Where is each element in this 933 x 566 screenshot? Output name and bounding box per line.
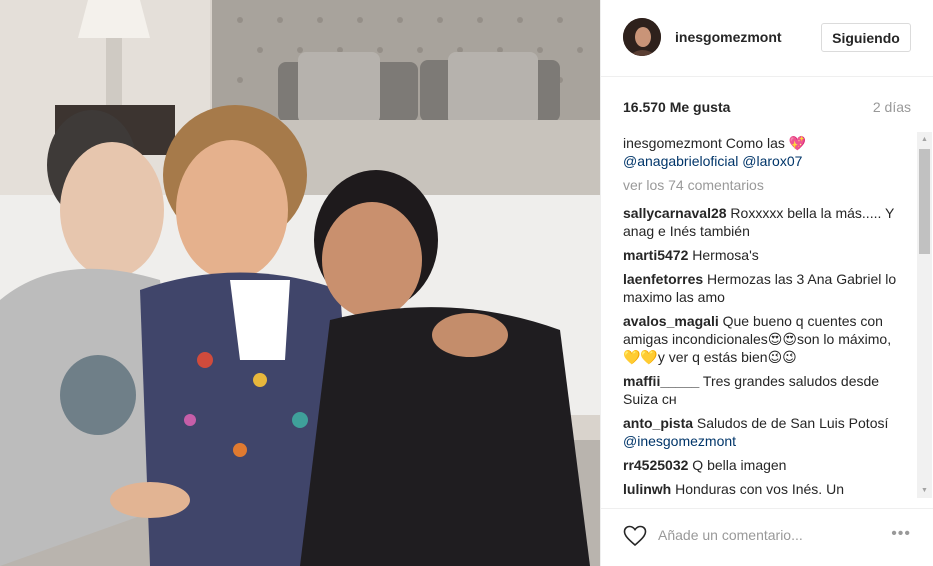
heart-emoji: 💖	[788, 135, 807, 151]
comment-item: marti5472 Hermosa's	[623, 246, 908, 264]
comment-username[interactable]: maffii_____	[623, 373, 699, 389]
comment-bar: Añade un comentario... •••	[601, 508, 933, 566]
view-all-comments-link[interactable]: ver los 74 comentarios	[623, 176, 908, 194]
comment-username[interactable]: laenfetorres	[623, 271, 703, 287]
comment-item: laenfetorres Hermozas las 3 Ana Gabriel …	[623, 270, 908, 306]
comment-text: Honduras con vos Inés. Un	[675, 481, 844, 497]
post-caption: inesgomezmont Como las 💖 @anagabrielofic…	[623, 134, 908, 170]
comment-item: lulinwh Honduras con vos Inés. Un	[623, 480, 908, 498]
comment-item: maffii_____ Tres grandes saludos desde S…	[623, 372, 908, 408]
comment-item: rr4525032 Q bella imagen	[623, 456, 908, 474]
avatar-image	[623, 18, 661, 56]
comment-text: Hermosa's	[692, 247, 759, 263]
header-username[interactable]: inesgomezmont	[675, 29, 782, 45]
comment-item: sallycarnaval28 Roxxxxx bella la más....…	[623, 204, 908, 240]
following-button[interactable]: Siguiendo	[821, 23, 911, 52]
comment-text: Saludos de de San Luis Potosí	[696, 415, 889, 431]
comment-item: avalos_magali Que bueno q cuentes con am…	[623, 312, 908, 366]
comment-username[interactable]: sallycarnaval28	[623, 205, 727, 221]
comment-item: anto_pista Saludos de de San Luis Potosí…	[623, 414, 908, 450]
comment-username[interactable]: avalos_magali	[623, 313, 719, 329]
comment-username[interactable]: marti5472	[623, 247, 688, 263]
post-side-panel: inesgomezmont Siguiendo 16.570 Me gusta …	[600, 0, 933, 566]
comment-mention[interactable]: @inesgomezmont	[623, 433, 736, 449]
avatar[interactable]	[623, 18, 661, 56]
comment-text: Q bella imagen	[692, 457, 787, 473]
comment-username[interactable]: rr4525032	[623, 457, 688, 473]
post-photo[interactable]	[0, 0, 600, 566]
post-header: inesgomezmont Siguiendo	[601, 0, 933, 77]
caption-mention-anagabriel[interactable]: @anagabrieloficial	[623, 153, 738, 169]
post-time[interactable]: 2 días	[873, 99, 911, 115]
photo-illustration	[0, 0, 600, 566]
add-comment-input[interactable]: Añade un comentario...	[658, 527, 803, 543]
instagram-post-view: inesgomezmont Siguiendo 16.570 Me gusta …	[0, 0, 933, 566]
arrow-up-icon[interactable]: ▲	[917, 132, 932, 147]
heart-outline-icon[interactable]	[623, 525, 647, 547]
comments-scrollbar[interactable]: ▲ ▼	[917, 132, 932, 498]
comment-username[interactable]: anto_pista	[623, 415, 693, 431]
scrollbar-thumb[interactable]	[919, 149, 930, 254]
arrow-down-icon[interactable]: ▼	[917, 483, 932, 498]
caption-username[interactable]: inesgomezmont	[623, 135, 722, 151]
ellipsis-icon[interactable]: •••	[891, 525, 911, 543]
caption-text: Como las	[725, 135, 785, 151]
comment-username[interactable]: lulinwh	[623, 481, 671, 497]
post-stats: 16.570 Me gusta 2 días	[601, 77, 933, 129]
comments-list[interactable]: inesgomezmont Como las 💖 @anagabrielofic…	[623, 134, 908, 500]
caption-mention-larox[interactable]: @larox07	[742, 153, 802, 169]
likes-count[interactable]: 16.570 Me gusta	[623, 99, 730, 115]
